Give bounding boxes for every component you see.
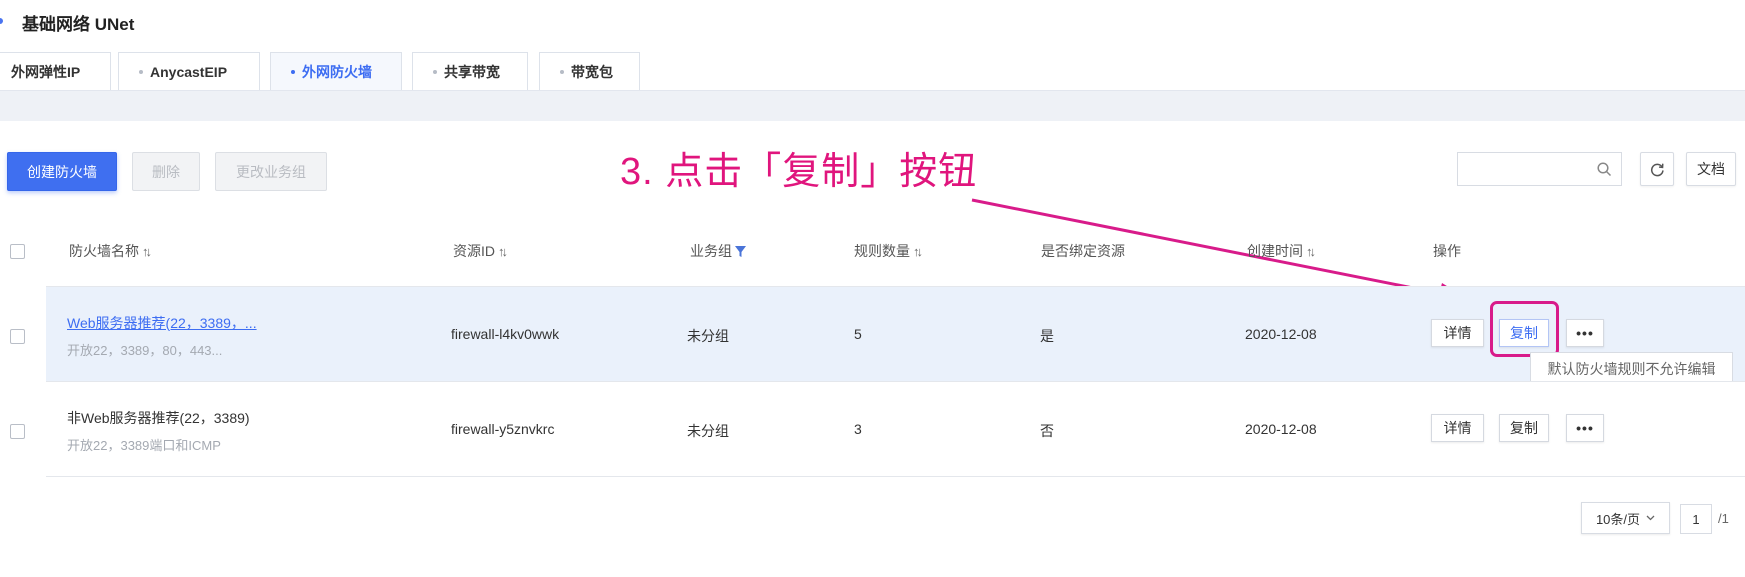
more-icon[interactable]: •••	[1566, 319, 1604, 347]
resource-id: firewall-y5znvkrc	[451, 421, 555, 437]
tab-anycast-eip[interactable]: AnycastEIP	[118, 52, 260, 90]
docs-button[interactable]: 文档	[1686, 152, 1736, 186]
section-band	[0, 91, 1745, 121]
annotation-text: 3. 点击「复制」按钮	[620, 151, 978, 193]
created-date: 2020-12-08	[1245, 326, 1317, 342]
bound-value: 是	[1040, 328, 1054, 344]
table-row[interactable]	[46, 382, 1745, 476]
col-header-rule-count[interactable]: 规则数量 ↑↓	[854, 241, 923, 261]
col-header-actions: 操作	[1433, 243, 1461, 259]
col-header-group[interactable]: 业务组	[690, 241, 746, 261]
copy-button[interactable]: 复制	[1499, 414, 1549, 442]
more-icon[interactable]: •••	[1566, 414, 1604, 442]
refresh-icon	[1650, 163, 1664, 176]
created-date: 2020-12-08	[1245, 421, 1317, 437]
firewall-description: 开放22，3389端口和ICMP	[67, 438, 221, 453]
search-input[interactable]	[1466, 153, 1590, 185]
rule-count: 3	[854, 421, 862, 437]
tab-dot	[139, 69, 143, 74]
tab-shared-bandwidth[interactable]: 共享带宽	[412, 52, 528, 90]
detail-button[interactable]: 详情	[1431, 319, 1484, 347]
tab-label: 带宽包	[571, 63, 613, 80]
annotation-highlight-box	[1490, 301, 1559, 357]
search-icon[interactable]	[1597, 162, 1612, 177]
row-checkbox[interactable]	[10, 329, 25, 344]
detail-button[interactable]: 详情	[1431, 414, 1484, 442]
row-divider	[46, 476, 1745, 477]
group-value: 未分组	[687, 423, 729, 439]
tab-dot	[291, 69, 295, 74]
page-total: /1	[1718, 511, 1729, 526]
col-header-created[interactable]: 创建时间 ↑↓	[1247, 241, 1316, 261]
tab-elastic-ip[interactable]: 外网弹性IP	[0, 52, 111, 90]
page-title: 基础网络 UNet	[22, 15, 135, 34]
firewall-name-link[interactable]: Web服务器推荐(22，3389，...	[67, 313, 257, 333]
refresh-button[interactable]	[1640, 152, 1674, 186]
tab-dot	[560, 69, 564, 74]
col-header-name[interactable]: 防火墙名称 ↑↓	[69, 241, 152, 261]
page-size-label: 10条/页	[1595, 511, 1641, 527]
sort-icon[interactable]: ↑↓	[142, 244, 152, 259]
firewall-name-link[interactable]: 非Web服务器推荐(22，3389)	[67, 408, 250, 428]
tab-bandwidth-package[interactable]: 带宽包	[539, 52, 640, 90]
change-group-button[interactable]: 更改业务组	[215, 152, 327, 191]
tab-label: 共享带宽	[444, 63, 500, 80]
sort-icon[interactable]: ↑↓	[1306, 244, 1316, 259]
tab-label: 外网防火墙	[302, 63, 372, 80]
delete-button[interactable]: 删除	[132, 152, 200, 191]
resource-id: firewall-l4kv0wwk	[451, 326, 560, 342]
row-checkbox[interactable]	[10, 424, 25, 439]
tab-label: AnycastEIP	[150, 63, 228, 80]
chevron-down-icon	[1646, 515, 1655, 521]
sort-icon[interactable]: ↑↓	[913, 244, 923, 259]
firewall-description: 开放22，3389，80，443...	[67, 343, 223, 358]
group-value: 未分组	[687, 328, 729, 344]
bound-value: 否	[1040, 423, 1054, 439]
filter-icon[interactable]	[735, 245, 746, 257]
col-header-bound: 是否绑定资源	[1041, 243, 1125, 259]
page-number-input[interactable]: 1	[1680, 504, 1712, 534]
tab-label: 外网弹性IP	[11, 63, 81, 80]
title-marker	[0, 18, 3, 24]
rule-count: 5	[854, 326, 862, 342]
tab-firewall[interactable]: 外网防火墙	[270, 52, 402, 90]
tab-dot	[433, 69, 437, 74]
create-firewall-button[interactable]: 创建防火墙	[7, 152, 117, 191]
col-header-resource-id[interactable]: 资源ID ↑↓	[453, 241, 508, 261]
sort-icon[interactable]: ↑↓	[498, 244, 508, 259]
select-all-checkbox[interactable]	[10, 244, 25, 259]
page-size-select[interactable]: 10条/页	[1581, 502, 1670, 534]
search-box[interactable]	[1457, 152, 1622, 186]
